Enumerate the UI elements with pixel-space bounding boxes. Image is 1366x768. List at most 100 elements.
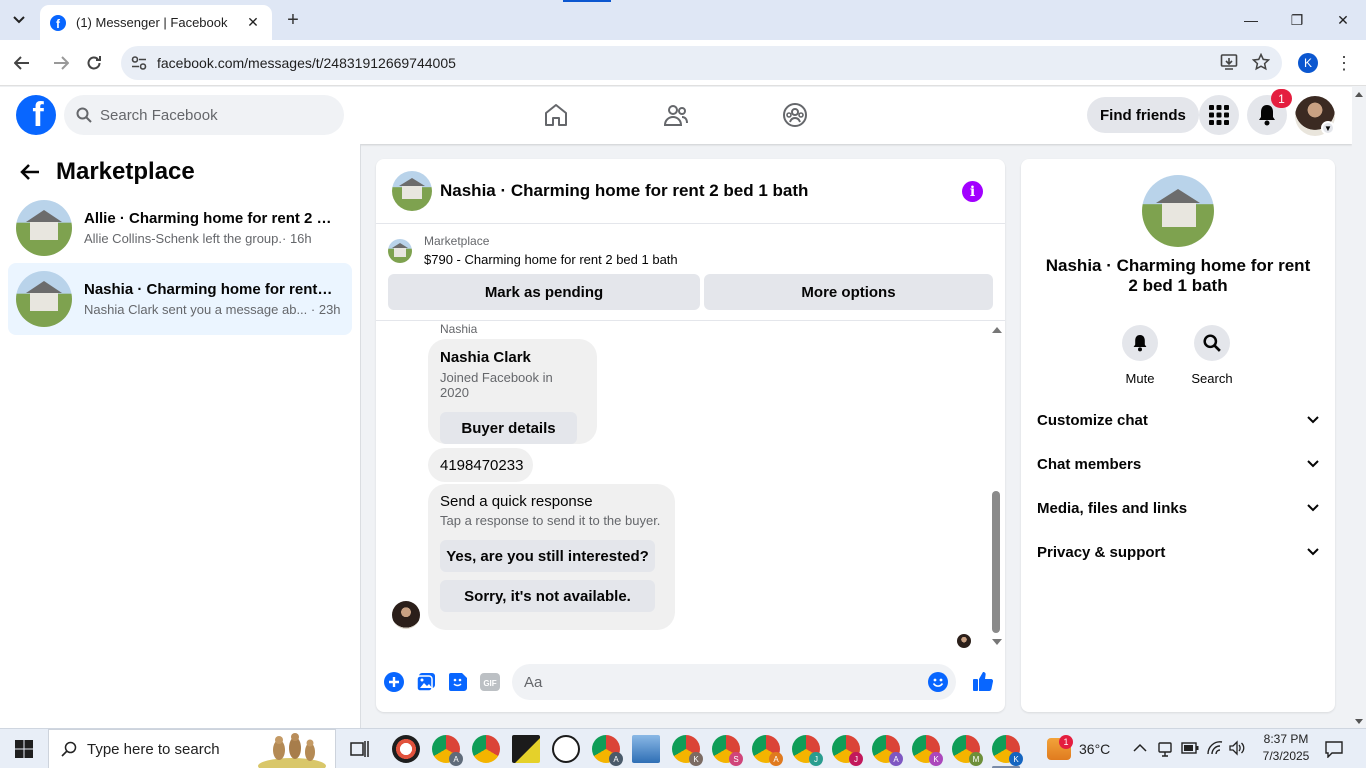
new-tab-button[interactable]: + [281,8,305,32]
taskbar-chrome-profile-k2-icon[interactable]: K [912,735,943,766]
conversation-info-icon[interactable]: i [962,181,983,202]
notification-badge: 1 [1271,89,1292,108]
buyer-details-button[interactable]: Buyer details [440,412,577,444]
reload-icon [87,56,101,70]
scroll-up-arrow-icon[interactable] [1355,92,1363,97]
tab-search-button[interactable] [6,7,32,33]
quick-response-option-1[interactable]: Yes, are you still interested? [440,540,655,572]
facebook-search-box[interactable] [64,95,344,135]
taskbar-chrome-profile-k-icon[interactable]: K [672,735,703,766]
taskbar-chrome-profile-s-icon[interactable]: S [712,735,743,766]
taskbar-chrome-profile-k3-icon[interactable]: K [992,735,1023,766]
chat-members-section[interactable]: Chat members [1029,444,1327,484]
taskbar-chrome-profile-m-icon[interactable]: M [952,735,983,766]
browser-menu-icon[interactable]: ⋮ [1334,52,1354,74]
find-friends-button[interactable]: Find friends [1087,97,1199,133]
clock-date[interactable]: 7/3/2025 [1261,749,1311,763]
temperature-text[interactable]: 36°C [1079,741,1110,757]
taskbar-chrome-profile-a3-icon[interactable]: A [752,735,783,766]
taskbar-chrome-profile-a-icon[interactable]: A [432,735,463,766]
windows-logo-icon [15,740,33,758]
quick-response-option-2[interactable]: Sorry, it's not available. [440,580,655,612]
marketplace-conversations-panel: Marketplace Allie · Charming home for re… [0,144,361,728]
photo-icon[interactable] [415,671,437,693]
listing-summary[interactable]: Marketplace $790 - Charming home for ren… [388,234,678,267]
phone-message-bubble[interactable]: 4198470233 [428,448,533,482]
media-files-links-section[interactable]: Media, files and links [1029,488,1327,528]
windows-start-button[interactable] [0,729,48,768]
taskbar-chrome-profile-j-icon[interactable]: J [792,735,823,766]
taskbar-photos-icon[interactable] [632,735,660,763]
install-app-icon[interactable] [1220,53,1238,71]
listing-mini-thumbnail [388,238,412,263]
thumbs-up-icon[interactable] [972,670,994,692]
notification-center-icon[interactable] [1325,740,1343,758]
chevron-up-icon[interactable] [1133,743,1147,752]
mute-action[interactable]: Mute [1110,325,1170,386]
customize-chat-section[interactable]: Customize chat [1029,400,1327,440]
minimize-button[interactable]: — [1228,0,1274,40]
page-scrollbar[interactable] [1352,87,1366,728]
address-bar[interactable]: facebook.com/messages/t/2483191266974400… [121,46,1282,80]
taskbar-chrome-profile-j2-icon[interactable]: J [832,735,863,766]
chat-scrollbar[interactable] [990,323,1002,649]
sender-avatar[interactable] [392,601,420,629]
home-nav-button[interactable] [538,99,574,131]
wifi-icon[interactable] [1206,740,1224,756]
taskbar-whatsapp-icon[interactable] [552,735,580,763]
message-input[interactable] [524,673,914,691]
conversation-item-allie[interactable]: Allie · Charming home for rent 2 b... Al… [8,192,352,264]
chevron-down-icon [1307,504,1319,512]
privacy-support-section[interactable]: Privacy & support [1029,532,1327,572]
reload-button[interactable] [81,50,107,76]
back-arrow-icon[interactable] [20,163,40,181]
more-options-button[interactable]: More options [704,274,993,310]
scroll-thumb[interactable] [992,491,1000,633]
taskbar-sticky-notes-icon[interactable] [512,735,540,763]
facebook-logo-icon[interactable]: f [16,95,56,135]
message-input-box[interactable] [512,664,956,700]
menu-button[interactable] [1199,95,1239,135]
mute-label: Mute [1125,371,1155,386]
scroll-up-arrow-icon[interactable] [992,327,1002,333]
battery-icon[interactable] [1181,742,1199,754]
chat-title[interactable]: Nashia · Charming home for rent 2 bed 1 … [440,181,808,201]
chat-listing-thumbnail[interactable] [392,171,432,211]
arrow-left-icon [14,56,29,70]
close-window-button[interactable]: ✕ [1320,0,1366,40]
mark-as-pending-button[interactable]: Mark as pending [388,274,700,310]
bell-icon [1133,335,1147,352]
bookmark-star-icon[interactable] [1252,53,1270,71]
search-action[interactable]: Search [1182,325,1242,386]
taskbar-chrome-profile-a4-icon[interactable]: A [872,735,903,766]
meet-now-icon[interactable] [1157,740,1173,758]
task-view-icon[interactable] [350,740,370,758]
scroll-down-arrow-icon[interactable] [992,639,1002,645]
taskbar-search-box[interactable]: Type here to search [48,729,336,768]
browser-profile-avatar[interactable]: K [1298,53,1318,73]
close-tab-icon[interactable]: ✕ [244,14,262,31]
bell-icon [1259,105,1275,126]
taskbar-app-snipping-icon[interactable] [392,735,420,763]
chevron-down-icon[interactable]: ▼ [1321,121,1335,135]
back-button[interactable] [9,50,35,76]
plus-circle-icon[interactable] [383,671,405,693]
chevron-down-icon [13,16,25,24]
clock-time[interactable]: 8:37 PM [1261,732,1311,746]
friends-nav-button[interactable] [658,99,694,131]
groups-nav-button[interactable] [777,99,813,131]
volume-icon[interactable] [1228,740,1246,756]
sticker-icon[interactable] [447,671,469,693]
conversation-item-nashia[interactable]: Nashia · Charming home for rent 2... Nas… [8,263,352,335]
gif-icon[interactable]: GIF [479,671,501,693]
facebook-search-input[interactable] [100,106,320,124]
site-info-icon[interactable] [121,46,157,80]
listing-large-thumbnail[interactable] [1142,175,1214,247]
forward-button[interactable] [48,50,74,76]
restore-button[interactable]: ❐ [1274,0,1320,40]
taskbar-chrome-icon[interactable] [472,735,500,763]
emoji-icon[interactable] [928,672,948,692]
scroll-down-arrow-icon[interactable] [1355,719,1363,724]
taskbar-chrome-profile-a2-icon[interactable]: A [592,735,623,766]
browser-tab-messenger[interactable]: f (1) Messenger | Facebook ✕ [40,5,272,40]
